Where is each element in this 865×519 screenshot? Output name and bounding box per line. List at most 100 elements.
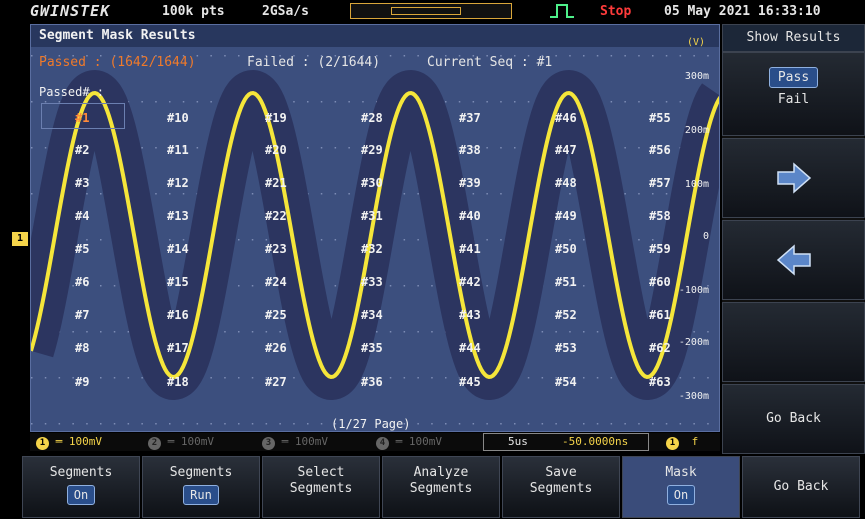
- segment-item[interactable]: #19: [265, 111, 287, 125]
- segment-item[interactable]: #15: [167, 275, 189, 289]
- pass-fail-toggle[interactable]: Pass Fail: [722, 52, 865, 136]
- segment-item[interactable]: #46: [555, 111, 577, 125]
- segment-item[interactable]: #6: [75, 275, 89, 289]
- segment-item[interactable]: #59: [649, 242, 671, 256]
- segment-item[interactable]: #33: [361, 275, 383, 289]
- segment-item[interactable]: #3: [75, 176, 89, 190]
- segment-item[interactable]: #14: [167, 242, 189, 256]
- segment-item[interactable]: #24: [265, 275, 287, 289]
- ch2-icon: 2: [148, 437, 161, 450]
- softkey-label: Segments: [409, 481, 473, 496]
- segment-item[interactable]: #60: [649, 275, 671, 289]
- analyze-segments-button[interactable]: Analyze Segments: [382, 456, 500, 518]
- segment-item[interactable]: #32: [361, 242, 383, 256]
- segment-item[interactable]: #8: [75, 341, 89, 355]
- segment-item[interactable]: #62: [649, 341, 671, 355]
- segment-item[interactable]: #63: [649, 375, 671, 389]
- segments-on-button[interactable]: Segments On: [22, 456, 140, 518]
- segment-item[interactable]: #47: [555, 143, 577, 157]
- segment-item[interactable]: #61: [649, 308, 671, 322]
- segment-item[interactable]: #30: [361, 176, 383, 190]
- ch3-coupling-icon: ═: [281, 435, 289, 448]
- segment-item[interactable]: #10: [167, 111, 189, 125]
- go-back-button[interactable]: Go Back: [742, 456, 860, 518]
- mask-on-button[interactable]: Mask On: [622, 456, 740, 518]
- bottom-menu: Segments On Segments Run Select Segments An…: [0, 454, 865, 519]
- next-page-button[interactable]: [722, 138, 865, 218]
- ch1-scale-value: 100mV: [68, 435, 102, 448]
- state-chip: On: [66, 485, 96, 505]
- segment-item[interactable]: #41: [459, 242, 481, 256]
- segment-item[interactable]: #49: [555, 209, 577, 223]
- segment-item[interactable]: #25: [265, 308, 287, 322]
- pass-option[interactable]: Pass: [768, 67, 819, 88]
- segment-item[interactable]: #5: [75, 242, 89, 256]
- segment-item[interactable]: #56: [649, 143, 671, 157]
- segment-item[interactable]: #48: [555, 176, 577, 190]
- segment-item[interactable]: #11: [167, 143, 189, 157]
- passed-count: Passed : (1642/1644): [39, 55, 196, 70]
- segment-item[interactable]: #37: [459, 111, 481, 125]
- segment-item[interactable]: #29: [361, 143, 383, 157]
- segment-item[interactable]: #16: [167, 308, 189, 322]
- segment-item[interactable]: #13: [167, 209, 189, 223]
- segment-item[interactable]: #31: [361, 209, 383, 223]
- arrow-left-icon: [776, 244, 811, 276]
- fail-option[interactable]: Fail: [723, 92, 864, 107]
- segment-item[interactable]: #36: [361, 375, 383, 389]
- trigger-source[interactable]: 1 f: [666, 435, 698, 450]
- show-results-title: Show Results: [722, 24, 865, 52]
- failed-count: Failed : (2/1644): [247, 55, 381, 70]
- memory-overview-bar: [350, 3, 512, 19]
- segment-item[interactable]: #26: [265, 341, 287, 355]
- segment-item[interactable]: #50: [555, 242, 577, 256]
- segment-item[interactable]: #55: [649, 111, 671, 125]
- ch4-coupling-icon: ═: [395, 435, 403, 448]
- segment-item[interactable]: #21: [265, 176, 287, 190]
- result-summary: Passed : (1642/1644) Failed : (2/1644) C…: [39, 55, 552, 70]
- go-back-side-button[interactable]: Go Back: [722, 384, 865, 454]
- segment-item[interactable]: #45: [459, 375, 481, 389]
- run-state: Stop: [600, 4, 632, 19]
- ch3-scale[interactable]: 3 ═ 100mV: [262, 435, 328, 450]
- segment-item[interactable]: #17: [167, 341, 189, 355]
- segment-item[interactable]: #4: [75, 209, 89, 223]
- prev-page-button[interactable]: [722, 220, 865, 300]
- segment-item[interactable]: #38: [459, 143, 481, 157]
- ch1-ground-marker[interactable]: 1: [12, 232, 28, 246]
- segment-item[interactable]: #28: [361, 111, 383, 125]
- segment-item[interactable]: #44: [459, 341, 481, 355]
- ch1-scale[interactable]: 1 ═ 100mV: [36, 435, 102, 450]
- brand-logo: GWINSTEK: [30, 2, 111, 20]
- segment-item[interactable]: #20: [265, 143, 287, 157]
- segment-item[interactable]: #12: [167, 176, 189, 190]
- segment-item[interactable]: #9: [75, 375, 89, 389]
- ch2-scale[interactable]: 2 ═ 100mV: [148, 435, 214, 450]
- segment-item[interactable]: #53: [555, 341, 577, 355]
- save-segments-button[interactable]: Save Segments: [502, 456, 620, 518]
- segment-item[interactable]: #2: [75, 143, 89, 157]
- segment-item[interactable]: #27: [265, 375, 287, 389]
- segment-item[interactable]: #7: [75, 308, 89, 322]
- segment-item[interactable]: #58: [649, 209, 671, 223]
- segment-item[interactable]: #18: [167, 375, 189, 389]
- segment-item[interactable]: #23: [265, 242, 287, 256]
- ch4-scale[interactable]: 4 ═ 100mV: [376, 435, 442, 450]
- ch3-icon: 3: [262, 437, 275, 450]
- segment-item[interactable]: #42: [459, 275, 481, 289]
- segments-run-button[interactable]: Segments Run: [142, 456, 260, 518]
- segment-item[interactable]: #35: [361, 341, 383, 355]
- segment-item[interactable]: #57: [649, 176, 671, 190]
- segment-item[interactable]: #39: [459, 176, 481, 190]
- select-segments-button[interactable]: Select Segments: [262, 456, 380, 518]
- segment-item[interactable]: #34: [361, 308, 383, 322]
- current-sequence: Current Seq : #1: [427, 55, 553, 70]
- segment-item[interactable]: #40: [459, 209, 481, 223]
- segment-item[interactable]: #43: [459, 308, 481, 322]
- segment-item[interactable]: #52: [555, 308, 577, 322]
- segment-item[interactable]: #54: [555, 375, 577, 389]
- results-title-bar: Segment Mask Results: [31, 25, 719, 47]
- segment-item[interactable]: #22: [265, 209, 287, 223]
- segment-item[interactable]: #1: [75, 111, 89, 125]
- segment-item[interactable]: #51: [555, 275, 577, 289]
